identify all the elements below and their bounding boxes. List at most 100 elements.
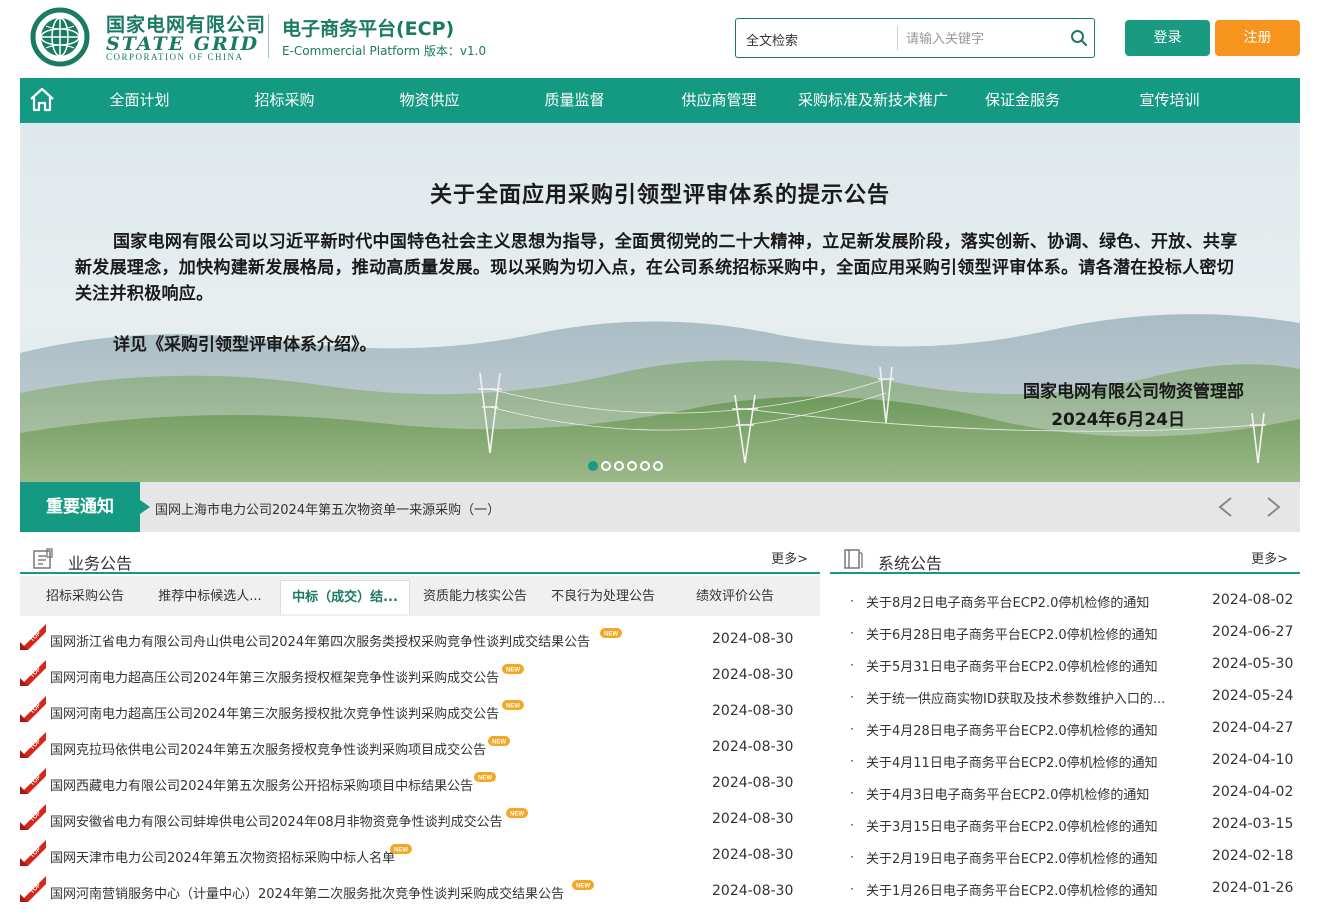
more-link[interactable]: 更多> — [1251, 548, 1288, 567]
svg-text:NEW: NEW — [394, 848, 408, 854]
bullet-icon: · — [850, 594, 854, 608]
top-badge-icon: TOP — [20, 696, 46, 722]
search-divider — [897, 26, 898, 50]
svg-text:NEW: NEW — [492, 740, 506, 746]
list-item-title[interactable]: 关于4月28日电子商务平台ECP2.0停机检修的通知 — [866, 720, 1188, 739]
system-announcements-panel: 系统公告 更多> · 关于8月2日电子商务平台ECP2.0停机检修的通知 2024-… — [830, 538, 1300, 918]
carousel-dot[interactable] — [601, 461, 611, 471]
list-item-title[interactable]: 关于3月15日电子商务平台ECP2.0停机检修的通知 — [866, 816, 1188, 835]
book-icon — [842, 548, 864, 570]
nav-item-deposit[interactable]: 保证金服务 — [975, 78, 1070, 123]
tab-candidate[interactable]: 推荐中标候选人... — [150, 580, 270, 614]
table-row[interactable]: TOP 国网天津市电力公司2024年第五次物资招标采购中标人名单 NEW 2024-0… — [20, 838, 820, 874]
nav-item-training[interactable]: 宣传培训 — [1127, 78, 1212, 123]
carousel-dot[interactable] — [614, 461, 624, 471]
list-item-title[interactable]: 关于6月28日电子商务平台ECP2.0停机检修的通知 — [866, 624, 1188, 643]
list-item[interactable]: · 关于统一供应商实物ID获取及技术参数维护入口的... 2024-05-24 — [830, 680, 1300, 712]
banner-title[interactable]: 关于全面应用采购引领型评审体系的提示公告 — [20, 177, 1300, 209]
notice-text[interactable]: 国网上海市电力公司2024年第五次物资单一来源采购（一） — [155, 499, 500, 518]
list-item-title[interactable]: 关于统一供应商实物ID获取及技术参数维护入口的... — [866, 688, 1188, 707]
table-row[interactable]: TOP 国网西藏电力有限公司2024年第五次服务公开招标采购项目中标结果公告 NEW… — [20, 766, 820, 802]
chevron-left-icon[interactable] — [1213, 494, 1239, 520]
list-item[interactable]: · 关于3月15日电子商务平台ECP2.0停机检修的通知 2024-03-15 — [830, 808, 1300, 840]
row-title[interactable]: 国网河南营销服务中心（计量中心）2024年第二次服务批次竞争性谈判采购成交结果公… — [50, 883, 564, 902]
row-title[interactable]: 国网天津市电力公司2024年第五次物资招标采购中标人名单 — [50, 847, 395, 866]
nav-item-quality[interactable]: 质量监督 — [532, 78, 617, 123]
more-link[interactable]: 更多> — [771, 548, 808, 567]
tab-award-result[interactable]: 中标（成交）结... — [280, 580, 410, 614]
carousel-dot[interactable] — [627, 461, 637, 471]
table-row[interactable]: TOP 国网河南电力超高压公司2024年第三次服务授权框架竞争性谈判采购成交公告 N… — [20, 658, 820, 694]
table-row[interactable]: TOP 国网河南电力超高压公司2024年第三次服务授权批次竞争性谈判采购成交公告 N… — [20, 694, 820, 730]
nav-item-supply[interactable]: 物资供应 — [387, 78, 472, 123]
home-icon[interactable] — [28, 86, 56, 114]
list-item-date: 2024-05-30 — [1212, 656, 1294, 672]
top-badge-icon: TOP — [20, 660, 46, 686]
row-date: 2024-08-30 — [712, 667, 794, 683]
list-item-date: 2024-06-27 — [1212, 624, 1294, 640]
search-box: 全文检索 — [735, 18, 1095, 58]
row-title[interactable]: 国网克拉玛依供电公司2024年第五次服务授权竞争性谈判采购项目成交公告 — [50, 739, 486, 758]
list-item-title[interactable]: 关于4月3日电子商务平台ECP2.0停机检修的通知 — [866, 784, 1188, 803]
row-title[interactable]: 国网西藏电力有限公司2024年第五次服务公开招标采购项目中标结果公告 — [50, 775, 473, 794]
carousel-dot[interactable] — [653, 461, 663, 471]
row-date: 2024-08-30 — [712, 775, 794, 791]
bullet-icon: · — [850, 722, 854, 736]
search-icon[interactable] — [1070, 29, 1088, 47]
list-item-date: 2024-05-24 — [1212, 688, 1294, 704]
row-date: 2024-08-30 — [712, 739, 794, 755]
new-badge-icon: NEW — [502, 659, 524, 674]
search-input[interactable] — [906, 25, 1056, 51]
login-button[interactable]: 登录 — [1125, 20, 1210, 56]
list-item[interactable]: · 关于4月11日电子商务平台ECP2.0停机检修的通知 2024-04-10 — [830, 744, 1300, 776]
top-badge-icon: TOP — [20, 624, 46, 650]
list-item-title[interactable]: 关于8月2日电子商务平台ECP2.0停机检修的通知 — [866, 592, 1188, 611]
table-row[interactable]: TOP 国网浙江省电力有限公司舟山供电公司2024年第四次服务类授权采购竞争性谈判… — [20, 622, 820, 658]
register-button[interactable]: 注册 — [1215, 20, 1300, 56]
search-type-select[interactable]: 全文检索 — [746, 30, 798, 49]
tab-misconduct[interactable]: 不良行为处理公告 — [543, 580, 663, 614]
row-date: 2024-08-30 — [712, 811, 794, 827]
list-item-title[interactable]: 关于5月31日电子商务平台ECP2.0停机检修的通知 — [866, 656, 1188, 675]
tab-tender-announcement[interactable]: 招标采购公告 — [30, 580, 140, 614]
list-item[interactable]: · 关于6月28日电子商务平台ECP2.0停机检修的通知 2024-06-27 — [830, 616, 1300, 648]
list-item-title[interactable]: 关于1月26日电子商务平台ECP2.0停机检修的通知 — [866, 880, 1188, 899]
banner-carousel[interactable]: 关于全面应用采购引领型评审体系的提示公告 国家电网有限公司以习近平新时代中国特色… — [20, 123, 1300, 482]
carousel-dot[interactable] — [640, 461, 650, 471]
row-title[interactable]: 国网浙江省电力有限公司舟山供电公司2024年第四次服务类授权采购竞争性谈判成交结… — [50, 631, 590, 650]
nav-item-supplier[interactable]: 供应商管理 — [669, 78, 769, 123]
row-date: 2024-08-30 — [712, 631, 794, 647]
carousel-dots — [588, 461, 663, 473]
new-badge-icon: NEW — [474, 767, 496, 782]
business-announcements-panel: 业务公告 更多> 招标采购公告 推荐中标候选人... 中标（成交）结... 资质… — [20, 538, 820, 918]
table-row[interactable]: TOP 国网克拉玛依供电公司2024年第五次服务授权竞争性谈判采购项目成交公告 NE… — [20, 730, 820, 766]
chevron-right-icon[interactable] — [1260, 494, 1286, 520]
bullet-icon: · — [850, 658, 854, 672]
list-item-date: 2024-01-26 — [1212, 880, 1294, 896]
list-item-title[interactable]: 关于4月11日电子商务平台ECP2.0停机检修的通知 — [866, 752, 1188, 771]
list-item-date: 2024-04-02 — [1212, 784, 1294, 800]
list-item[interactable]: · 关于1月26日电子商务平台ECP2.0停机检修的通知 2024-01-26 — [830, 872, 1300, 904]
banner-detail-link[interactable]: 详见《采购引领型评审体系介绍》。 — [113, 330, 377, 355]
nav-item-plan[interactable]: 全面计划 — [97, 78, 182, 123]
tab-qualification[interactable]: 资质能力核实公告 — [415, 580, 535, 614]
table-row[interactable]: TOP 国网河南营销服务中心（计量中心）2024年第二次服务批次竞争性谈判采购成交… — [20, 874, 820, 910]
list-item[interactable]: · 关于8月2日电子商务平台ECP2.0停机检修的通知 2024-08-02 — [830, 584, 1300, 616]
row-title[interactable]: 国网河南电力超高压公司2024年第三次服务授权批次竞争性谈判采购成交公告 — [50, 703, 499, 722]
tab-performance[interactable]: 绩效评价公告 — [675, 580, 795, 614]
list-item[interactable]: · 关于4月3日电子商务平台ECP2.0停机检修的通知 2024-04-02 — [830, 776, 1300, 808]
list-item[interactable]: · 关于4月28日电子商务平台ECP2.0停机检修的通知 2024-04-27 — [830, 712, 1300, 744]
row-title[interactable]: 国网安徽省电力有限公司蚌埠供电公司2024年08月非物资竞争性谈判成交公告 — [50, 811, 503, 830]
document-list-icon — [32, 548, 54, 570]
row-date: 2024-08-30 — [712, 847, 794, 863]
state-grid-logo[interactable] — [22, 4, 100, 68]
list-item-title[interactable]: 关于2月19日电子商务平台ECP2.0停机检修的通知 — [866, 848, 1188, 867]
carousel-dot[interactable] — [588, 461, 598, 471]
nav-item-tender[interactable]: 招标采购 — [242, 78, 327, 123]
row-title[interactable]: 国网河南电力超高压公司2024年第三次服务授权框架竞争性谈判采购成交公告 — [50, 667, 499, 686]
new-badge-icon: NEW — [572, 875, 594, 890]
list-item[interactable]: · 关于5月31日电子商务平台ECP2.0停机检修的通知 2024-05-30 — [830, 648, 1300, 680]
table-row[interactable]: TOP 国网安徽省电力有限公司蚌埠供电公司2024年08月非物资竞争性谈判成交公告… — [20, 802, 820, 838]
nav-item-standards[interactable]: 采购标准及新技术推广 — [788, 78, 958, 123]
list-item[interactable]: · 关于2月19日电子商务平台ECP2.0停机检修的通知 2024-02-18 — [830, 840, 1300, 872]
